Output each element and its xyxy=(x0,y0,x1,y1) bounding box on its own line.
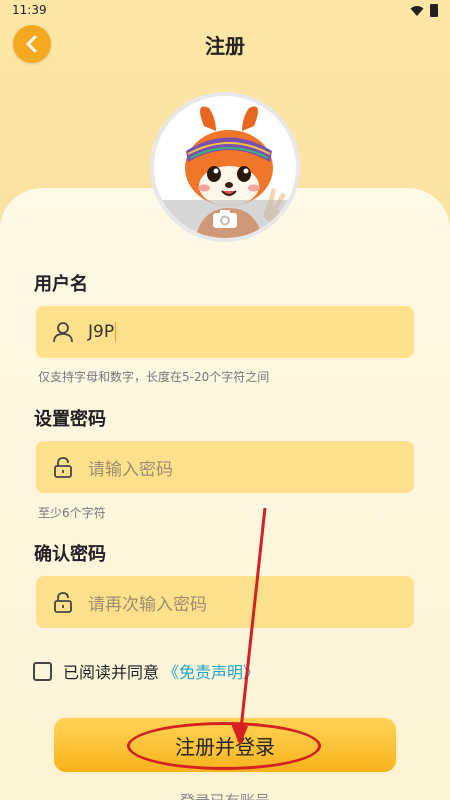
lock-icon xyxy=(52,456,74,478)
login-existing-account-link[interactable]: 登录已有账号 xyxy=(0,790,450,800)
camera-overlay[interactable] xyxy=(154,200,296,238)
password-hint: 至少6个字符 xyxy=(38,506,106,520)
battery-icon xyxy=(430,4,438,17)
page-title: 注册 xyxy=(205,34,245,58)
disclaimer-link[interactable]: 《免责声明》 xyxy=(163,659,259,683)
username-field[interactable]: J9P xyxy=(34,304,416,360)
agreement-row: 已阅读并同意 《免责声明》 xyxy=(33,659,259,683)
confirm-password-placeholder: 请再次输入密码 xyxy=(88,594,207,615)
username-value: J9P xyxy=(88,322,115,342)
status-bar: 11:39 xyxy=(0,0,450,22)
password-label: 设置密码 xyxy=(34,409,106,430)
header: 注册 xyxy=(0,22,450,66)
user-icon xyxy=(52,321,74,343)
wifi-icon xyxy=(410,5,424,16)
password-placeholder: 请输入密码 xyxy=(88,459,173,480)
confirm-password-field[interactable]: 请再次输入密码 xyxy=(34,574,416,630)
agreement-text: 已阅读并同意 xyxy=(63,663,160,682)
username-label: 用户名 xyxy=(34,274,88,295)
text-cursor xyxy=(115,322,117,342)
camera-icon xyxy=(213,210,237,228)
confirm-password-label: 确认密码 xyxy=(34,544,106,565)
password-field[interactable]: 请输入密码 xyxy=(34,439,416,495)
agreement-checkbox[interactable] xyxy=(33,661,52,681)
status-time: 11:39 xyxy=(12,3,47,17)
username-hint: 仅支持字母和数字，长度在5-20个字符之间 xyxy=(38,370,270,384)
lock-icon xyxy=(52,591,74,613)
status-icons xyxy=(410,4,438,17)
avatar[interactable] xyxy=(150,92,300,242)
annotation-ellipse xyxy=(127,722,321,770)
